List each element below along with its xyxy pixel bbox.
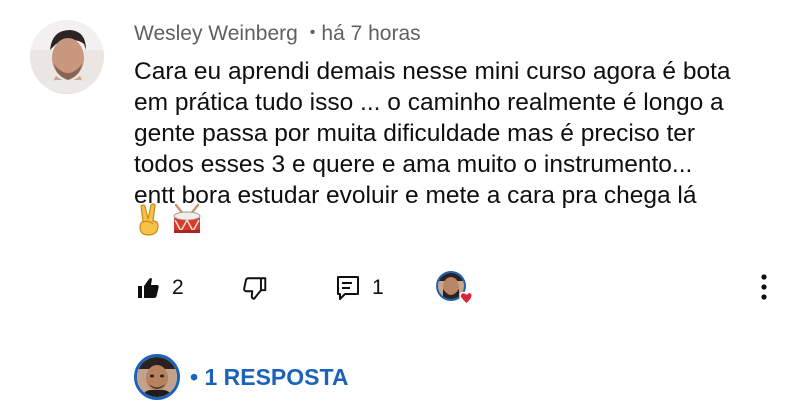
comment-emojis [134,202,204,242]
comment-line: Cara eu aprendi demais nesse mini curso … [134,58,731,85]
comment-line: todos esses 3 e quere e ama muito o inst… [134,151,693,178]
thumbs-up-icon [136,276,160,300]
more-vertical-icon [752,274,776,308]
replies-count-label: • 1 RESPOSTA [190,363,349,390]
reply-author-avatar [134,354,180,400]
like-button[interactable]: 2 [136,272,184,304]
view-replies-button[interactable]: • 1 RESPOSTA [134,354,348,400]
reply-button[interactable]: 1 [336,272,384,304]
author-avatar[interactable] [30,20,104,94]
drum-emoji [170,203,204,242]
reply-count: 1 [372,276,384,299]
comment-header: Wesley Weinberg • há 7 horas [134,20,421,48]
victory-hand-emoji [134,202,164,242]
comment-reply-icon [336,275,360,301]
thumbs-down-icon [242,275,268,301]
author-name[interactable]: Wesley Weinberg [134,22,298,46]
comment-line: gente passa por muita dificuldade mas é … [134,120,696,147]
comment-line: entt bora estudar evoluir e mete a cara … [134,182,697,209]
comment-text: Cara eu aprendi demais nesse mini curso … [134,56,774,211]
creator-heart-icon [436,271,473,307]
header-separator: • [309,24,316,41]
like-count: 2 [172,276,184,299]
more-options-button[interactable] [752,270,776,304]
comment-line: em prática tudo isso ... o caminho realm… [134,89,724,116]
dislike-button[interactable] [242,272,268,304]
comment-timestamp[interactable]: há 7 horas [321,22,420,46]
